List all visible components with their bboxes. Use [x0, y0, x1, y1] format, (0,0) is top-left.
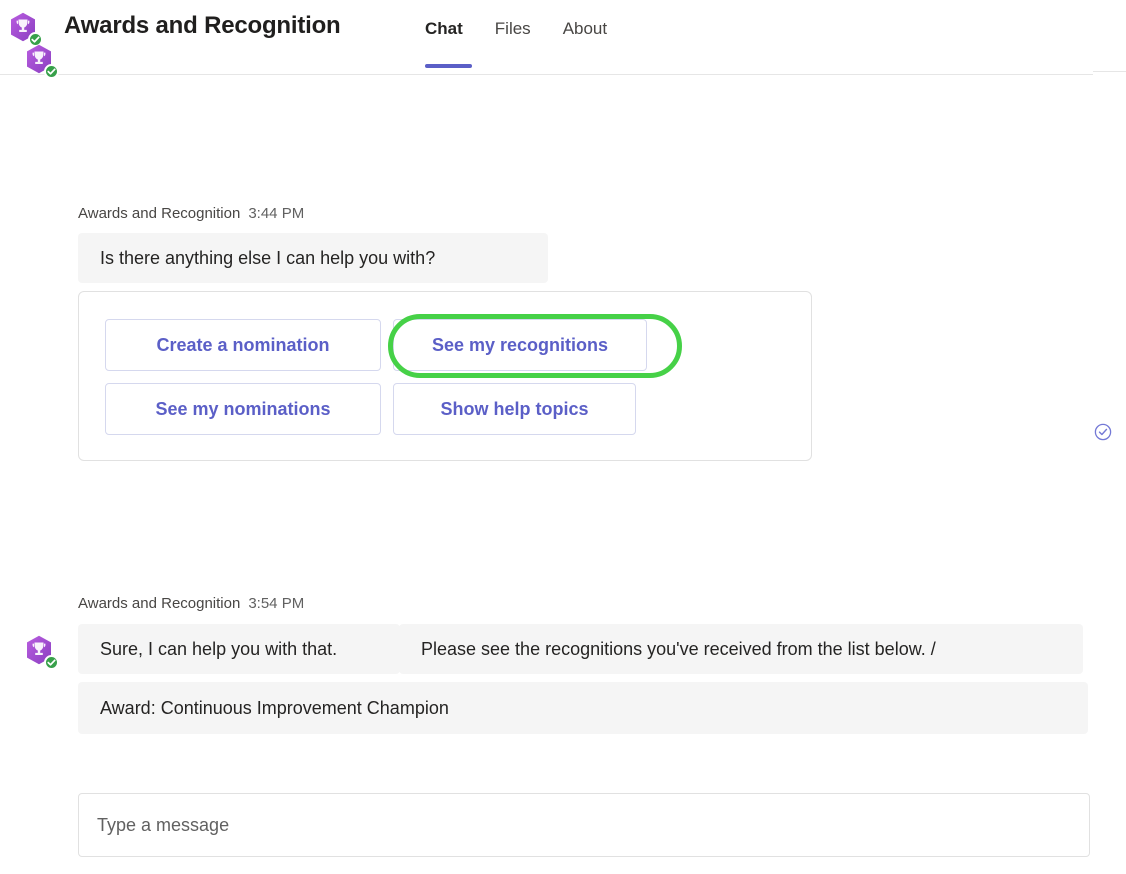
suggested-actions-grid: Create a nomination See my recognitions … [105, 319, 647, 435]
message-compose-box[interactable]: Type a message [78, 793, 1090, 857]
message-timestamp: 3:44 PM [248, 205, 305, 222]
message-timestamp: 3:54 PM [248, 595, 305, 612]
header-divider-segment [1093, 71, 1126, 72]
message-sender: Awards and Recognition [78, 595, 241, 612]
show-help-topics-button[interactable]: Show help topics [393, 383, 636, 435]
tab-chat[interactable]: Chat [425, 16, 479, 42]
app-avatar [8, 12, 43, 47]
see-my-nominations-button[interactable]: See my nominations [105, 383, 381, 435]
suggested-actions-row: Create a nomination See my recognitions [105, 319, 647, 371]
suggested-actions-row: See my nominations Show help topics [105, 383, 647, 435]
active-tab-indicator [425, 64, 472, 68]
tab-bar: Chat Files About [425, 16, 623, 42]
compose-placeholder: Type a message [97, 814, 230, 835]
header-divider [0, 74, 1093, 75]
message-avatar [24, 44, 59, 79]
create-a-nomination-button[interactable]: Create a nomination [105, 319, 381, 371]
message-header: Awards and Recognition 3:54 PM [78, 595, 304, 612]
message-sender: Awards and Recognition [78, 205, 241, 222]
presence-available-icon [44, 64, 59, 79]
suggested-actions-card: Create a nomination See my recognitions … [78, 291, 812, 461]
tab-about[interactable]: About [547, 16, 623, 42]
tab-files[interactable]: Files [479, 16, 547, 42]
message-avatar [24, 635, 59, 670]
message-bubble-intro: Sure, I can help you with that. [78, 624, 400, 674]
circle-check-icon [1094, 423, 1112, 441]
see-my-recognitions-button[interactable]: See my recognitions [393, 319, 647, 371]
message-bubble-award: Award: Continuous Improvement Champion [78, 682, 1088, 734]
message-bubble: Is there anything else I can help you wi… [78, 233, 548, 283]
presence-available-icon [44, 655, 59, 670]
message-bubble-body: Please see the recognitions you've recei… [399, 624, 1083, 674]
message-header: Awards and Recognition 3:44 PM [78, 205, 304, 222]
app-header: Awards and Recognition Chat Files About [0, 0, 1126, 76]
page-title: Awards and Recognition [64, 12, 341, 39]
